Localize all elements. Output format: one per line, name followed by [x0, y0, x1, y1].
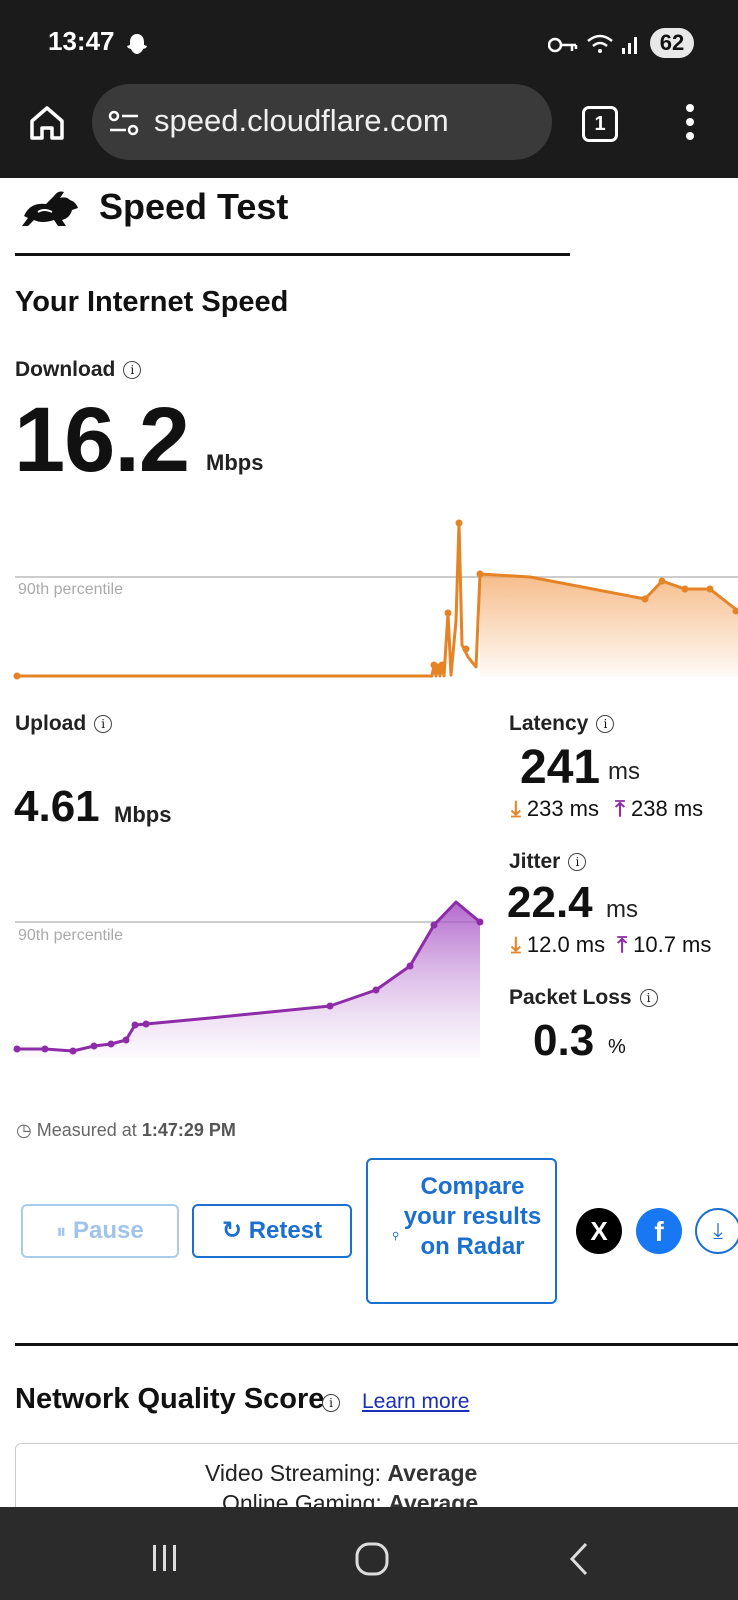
upload-chart: 90th percentile — [13, 900, 484, 1058]
x-icon[interactable]: X — [576, 1208, 622, 1254]
info-icon[interactable]: i — [596, 715, 615, 733]
info-icon[interactable]: i — [568, 853, 587, 871]
upload-arrow-icon: ⤒ — [617, 932, 627, 957]
section-divider — [15, 1343, 738, 1346]
packet-loss-label: Packet Loss — [509, 986, 632, 1009]
nqs-row-label: Video Streaming: — [205, 1460, 382, 1486]
info-icon[interactable]: i — [322, 1394, 340, 1412]
upload-arrow-icon: ⤒ — [615, 796, 625, 821]
compare-label: Compare your results on Radar — [403, 1173, 542, 1260]
download-label-row: Download i — [15, 358, 142, 382]
latency-label: Latency — [509, 712, 589, 735]
vpn-key-icon — [548, 37, 578, 53]
download-percentile-label: 90th percentile — [18, 581, 123, 598]
upload-area — [17, 902, 480, 1058]
status-time: 13:47 — [48, 26, 115, 56]
nqs-title: Network Quality Score — [15, 1383, 325, 1415]
nqs-row: Video Streaming: Average — [205, 1460, 477, 1487]
jitter-down: 12.0 ms — [526, 932, 606, 957]
retest-icon: ↻ — [221, 1217, 243, 1244]
search-icon: ⚲ — [392, 1231, 400, 1242]
site-info-icon[interactable] — [108, 110, 140, 136]
retest-label: Retest — [248, 1217, 323, 1244]
battery-indicator: 62 — [650, 28, 694, 58]
snapchat-icon — [127, 34, 147, 54]
home-nav-icon[interactable] — [354, 1541, 390, 1577]
url-text[interactable]: speed.cloudflare.com — [154, 103, 449, 139]
system-nav-bar — [0, 1507, 738, 1600]
page-title: Speed Test — [99, 186, 289, 227]
measured-time: 1:47:29 PM — [141, 1120, 236, 1140]
download-chart: 90th percentile — [13, 519, 738, 680]
packet-loss-unit: % — [608, 1036, 626, 1058]
download-arrow-icon: ⤓ — [511, 932, 521, 957]
facebook-icon[interactable]: f — [636, 1208, 682, 1254]
upload-unit: Mbps — [114, 802, 172, 827]
download-unit: Mbps — [206, 450, 264, 475]
pause-icon: ⏸ — [56, 1221, 67, 1243]
rabbit-logo-icon — [22, 191, 78, 226]
measured-at: ◷ Measured at 1:47:29 PM — [16, 1120, 236, 1141]
info-icon[interactable]: i — [639, 989, 658, 1007]
signal-wifi-icon — [587, 34, 637, 54]
learn-more-link[interactable]: Learn more — [362, 1390, 469, 1414]
latency-sub-row: ⤓ 233 ms ⤒ 238 ms — [511, 796, 703, 822]
jitter-label: Jitter — [509, 850, 561, 873]
back-icon[interactable] — [566, 1541, 592, 1577]
compare-radar-button[interactable]: ⚲ Compare your results on Radar — [366, 1158, 557, 1304]
header-divider — [15, 253, 570, 256]
jitter-unit: ms — [606, 896, 638, 923]
jitter-label-row: Jitter i — [509, 850, 587, 874]
jitter-sub-row: ⤓ 12.0 ms ⤒ 10.7 ms — [511, 932, 711, 958]
packet-loss-value: 0.3 — [533, 1016, 595, 1065]
upload-label: Upload — [15, 712, 87, 735]
jitter-up: 10.7 ms — [633, 932, 712, 957]
latency-label-row: Latency i — [509, 712, 615, 736]
latency-up: 238 ms — [631, 796, 704, 821]
home-icon[interactable] — [28, 104, 66, 142]
more-icon[interactable] — [686, 104, 694, 146]
latency-unit: ms — [608, 758, 640, 785]
clock-icon: ◷ — [16, 1120, 32, 1140]
latency-value: 241 — [520, 741, 601, 794]
latency-down: 233 ms — [526, 796, 600, 821]
download-arrow-icon: ⤓ — [511, 796, 521, 821]
pause-label: Pause — [72, 1217, 144, 1244]
tabs-icon[interactable]: 1 — [582, 106, 618, 142]
upload-label-row: Upload i — [15, 712, 113, 736]
info-icon[interactable]: i — [123, 361, 142, 379]
packet-loss-label-row: Packet Loss i — [509, 986, 658, 1010]
retest-button[interactable]: ↻ Retest — [192, 1204, 352, 1258]
recent-apps-icon[interactable] — [150, 1543, 180, 1573]
nqs-row-value: Average — [387, 1460, 478, 1486]
upload-percentile-label: 90th percentile — [18, 927, 123, 944]
upload-value: 4.61 — [14, 782, 100, 831]
download-icon[interactable]: ⤓ — [695, 1208, 738, 1254]
download-label: Download — [15, 358, 116, 381]
browser-top-bar: 13:47 62 speed.cloudflare.com 1 — [0, 0, 738, 178]
measured-prefix: Measured at — [36, 1120, 137, 1140]
download-value: 16.2 — [14, 389, 190, 491]
section-heading: Your Internet Speed — [15, 286, 289, 318]
pause-button[interactable]: ⏸ Pause — [21, 1204, 179, 1258]
jitter-value: 22.4 — [507, 878, 593, 927]
info-icon[interactable]: i — [94, 715, 113, 733]
